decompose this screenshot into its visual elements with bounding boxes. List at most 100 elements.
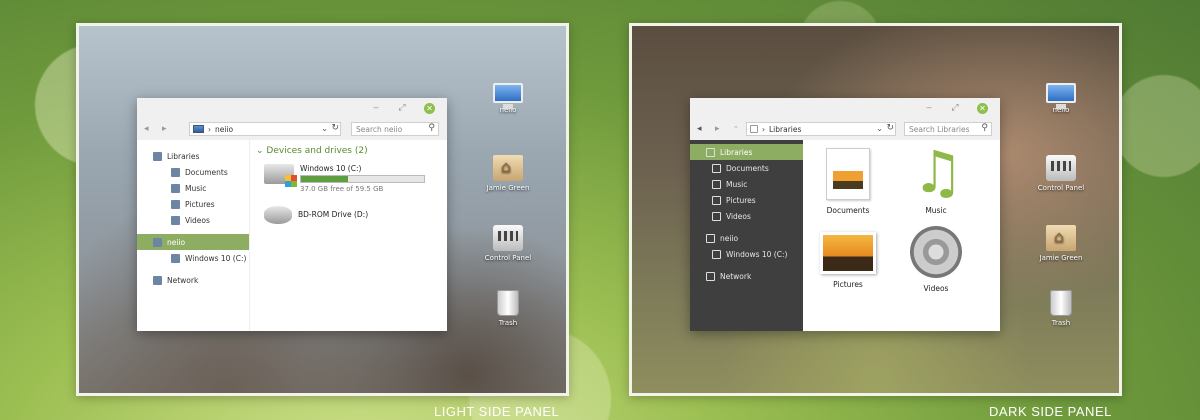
sidebar-item-libraries[interactable]: Libraries <box>690 144 803 160</box>
sidebar-item-label: Network <box>167 275 199 285</box>
close-icon[interactable]: ✕ <box>424 103 435 114</box>
forward-arrow-icon[interactable]: ▸ <box>162 124 167 134</box>
minimize-icon[interactable]: ‒ <box>924 103 934 113</box>
desktop-icon-control-panel[interactable]: Control Panel <box>480 225 536 262</box>
sidebar-item-label: Libraries <box>720 147 753 157</box>
drive-name: Windows 10 (C:) <box>300 164 362 173</box>
address-bar[interactable]: › Libraries ⌄ ↻ <box>746 122 896 136</box>
sidebar-item-videos[interactable]: Videos <box>690 208 803 224</box>
sidebar-item-documents[interactable]: Documents <box>137 164 249 180</box>
sidebar-item-music[interactable]: Music <box>690 176 803 192</box>
videos-icon <box>712 211 721 221</box>
address-separator-icon: › <box>762 124 765 134</box>
title-bar: ‒ ⤢ ✕ <box>137 98 447 119</box>
sidebar-item-label: Videos <box>185 215 210 225</box>
pictures-icon <box>171 199 180 209</box>
libraries-icon <box>153 151 162 161</box>
sidebar-item-label: neiio <box>720 233 739 243</box>
sidebar-item-label: Documents <box>726 163 769 173</box>
drive-windows[interactable]: Windows 10 (C:) 37.0 GB free of 59.5 GB <box>264 164 425 193</box>
toolbar: ◂ ▸ ⌃ › Libraries ⌄ ↻ Search Libraries ⚲ <box>690 119 1000 140</box>
library-videos[interactable]: Videos <box>891 226 981 293</box>
sidebar-item-windows-drive[interactable]: Windows 10 (C:) <box>690 246 803 262</box>
desktop-icon-trash[interactable]: Trash <box>480 290 536 327</box>
desktop-icon-label: Control Panel <box>1037 184 1085 192</box>
chevron-down-icon[interactable]: ⌄ <box>321 124 328 133</box>
sidebar-item-label: Documents <box>185 167 228 177</box>
refresh-icon[interactable]: ↻ <box>886 123 894 133</box>
group-heading-label: Devices and drives (2) <box>266 146 368 156</box>
refresh-icon[interactable]: ↻ <box>331 123 339 133</box>
sidebar-item-pictures[interactable]: Pictures <box>690 192 803 208</box>
sidebar-item-label: neiio <box>167 237 186 247</box>
desktop-icon-label: Trash <box>498 319 518 327</box>
sidebar-item-windows-drive[interactable]: Windows 10 (C:) <box>137 250 249 266</box>
search-input[interactable]: Search Libraries ⚲ <box>904 122 992 136</box>
maximize-icon[interactable]: ⤢ <box>397 103 407 113</box>
up-arrow-icon[interactable]: ⌃ <box>733 125 739 133</box>
drive-usage-bar <box>300 175 425 183</box>
music-icon <box>171 183 180 193</box>
sidebar-item-network[interactable]: Network <box>690 268 803 284</box>
sidebar-item-documents[interactable]: Documents <box>690 160 803 176</box>
videos-icon <box>171 215 180 225</box>
library-documents[interactable]: Documents <box>803 148 893 215</box>
sidebar-item-label: Libraries <box>167 151 200 161</box>
drive-bd-rom[interactable]: BD-ROM Drive (D:) <box>264 206 368 224</box>
close-icon[interactable]: ✕ <box>977 103 988 114</box>
sidebar-item-network[interactable]: Network <box>137 272 249 288</box>
computer-icon <box>1046 83 1076 109</box>
search-placeholder: Search neiio <box>356 125 403 134</box>
desktop-icon-jamie-green[interactable]: Jamie Green <box>480 155 536 192</box>
desktop-icon-trash[interactable]: Trash <box>1033 290 1089 327</box>
address-bar[interactable]: › neiio ⌄ ↻ <box>189 122 341 136</box>
music-library-icon <box>910 138 964 206</box>
sidebar-item-pictures[interactable]: Pictures <box>137 196 249 212</box>
sidebar-item-videos[interactable]: Videos <box>137 212 249 228</box>
group-heading[interactable]: ⌄ Devices and drives (2) <box>256 146 368 156</box>
explorer-window: ‒ ⤢ ✕ ◂ ▸ › neiio ⌄ ↻ Search neiio ⚲ Lib… <box>137 98 447 331</box>
desktop-icon-label: Control Panel <box>484 254 532 262</box>
navigation-pane: Libraries Documents Music Pictures Video… <box>690 140 803 331</box>
library-music[interactable]: Music <box>891 138 981 215</box>
explorer-window: ‒ ⤢ ✕ ◂ ▸ ⌃ › Libraries ⌄ ↻ Search Libra… <box>690 98 1000 331</box>
drive-usage-fill <box>301 176 348 182</box>
search-icon[interactable]: ⚲ <box>428 123 435 133</box>
maximize-icon[interactable]: ⤢ <box>950 103 960 113</box>
back-arrow-icon[interactable]: ◂ <box>144 124 149 134</box>
sidebar-item-neiio[interactable]: neiio <box>690 230 803 246</box>
trash-icon <box>1050 290 1072 316</box>
address-text: neiio <box>215 124 234 134</box>
videos-library-icon <box>910 226 962 278</box>
library-pictures[interactable]: Pictures <box>803 226 893 289</box>
libraries-icon <box>750 125 758 133</box>
desktop-icon-control-panel[interactable]: Control Panel <box>1033 155 1089 192</box>
sidebar-item-label: Videos <box>726 211 751 221</box>
desktop-icon-neiio[interactable]: neiio <box>1033 83 1089 114</box>
sidebar-item-music[interactable]: Music <box>137 180 249 196</box>
computer-icon <box>706 233 715 243</box>
sidebar-item-label: Music <box>185 183 207 193</box>
sidebar-item-libraries[interactable]: Libraries <box>137 148 249 164</box>
trash-icon <box>497 290 519 316</box>
back-arrow-icon[interactable]: ◂ <box>697 124 702 134</box>
documents-icon <box>171 167 180 177</box>
sidebar-item-neiio[interactable]: neiio <box>137 234 249 250</box>
computer-icon <box>493 83 523 109</box>
desktop-icon-label: Jamie Green <box>1039 254 1083 262</box>
desktop-icon-label: Trash <box>1051 319 1071 327</box>
drive-free-text: 37.0 GB free of 59.5 GB <box>300 185 384 193</box>
address-text: Libraries <box>769 124 802 134</box>
search-input[interactable]: Search neiio ⚲ <box>351 122 439 136</box>
forward-arrow-icon[interactable]: ▸ <box>715 124 720 134</box>
drive-name: BD-ROM Drive (D:) <box>298 210 369 219</box>
search-icon[interactable]: ⚲ <box>981 123 988 133</box>
light-panel-caption: LIGHT SIDE PANEL <box>434 404 560 419</box>
minimize-icon[interactable]: ‒ <box>371 103 381 113</box>
content-pane: ⌄ Devices and drives (2) Windows 10 (C:)… <box>250 140 447 331</box>
desktop-icon-neiio[interactable]: neiio <box>480 83 536 114</box>
desktop-icon-jamie-green[interactable]: Jamie Green <box>1033 225 1089 262</box>
control-panel-icon <box>493 225 523 251</box>
chevron-down-icon[interactable]: ⌄ <box>876 124 883 133</box>
address-separator-icon: › <box>208 124 211 134</box>
